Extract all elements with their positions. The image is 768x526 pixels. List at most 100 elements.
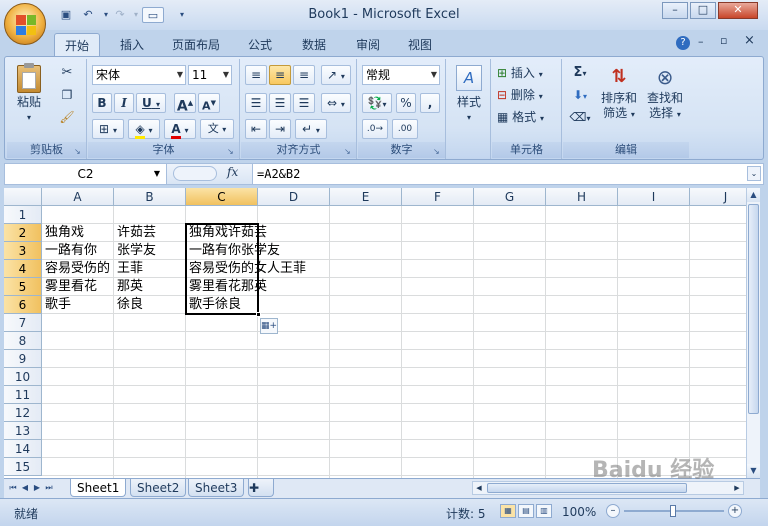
fill-icon[interactable]: ⬇▾: [565, 85, 595, 105]
shrink-font-button[interactable]: A▼: [198, 93, 220, 113]
decrease-indent-icon[interactable]: ⇤: [245, 119, 267, 139]
scroll-thumb[interactable]: [748, 204, 759, 414]
cell-a5[interactable]: 雾里看花: [42, 278, 114, 296]
page-layout-view-icon[interactable]: ▤: [518, 504, 534, 518]
underline-button[interactable]: U ▾: [136, 93, 166, 113]
zoom-in-button[interactable]: +: [728, 504, 742, 518]
tab-review[interactable]: 审阅: [346, 33, 390, 56]
cell-a3[interactable]: 一路有你: [42, 242, 114, 260]
row-header-9[interactable]: 9: [4, 350, 42, 368]
format-cells-button[interactable]: ▦ 格式 ▾: [496, 107, 560, 127]
wrap-text-icon[interactable]: ↵ ▾: [295, 119, 327, 139]
row-header-15[interactable]: 15: [4, 458, 42, 476]
first-sheet-icon[interactable]: ⏮: [8, 482, 18, 494]
row-header-2[interactable]: 2: [4, 224, 42, 242]
insert-cells-button[interactable]: ⊞ 插入 ▾: [496, 63, 560, 83]
formula-splitter[interactable]: [173, 166, 217, 181]
row-header-7[interactable]: 7: [4, 314, 42, 332]
cell-a2[interactable]: 独角戏: [42, 224, 114, 242]
currency-icon[interactable]: 💱▾: [362, 93, 392, 113]
col-header-d[interactable]: D: [258, 188, 330, 206]
insert-function-icon[interactable]: fx: [227, 165, 238, 179]
scroll-down-icon[interactable]: ▼: [747, 464, 760, 478]
decrease-decimal-icon[interactable]: .00: [392, 119, 418, 139]
office-button[interactable]: [4, 3, 46, 45]
next-sheet-icon[interactable]: ▶: [32, 482, 42, 494]
font-size-combo[interactable]: 11 ▼: [188, 65, 232, 85]
name-box[interactable]: C2 ▼: [5, 164, 167, 184]
font-color-button[interactable]: A ▾: [164, 119, 196, 139]
number-format-combo[interactable]: 常规 ▼: [362, 65, 440, 85]
cell-b4[interactable]: 王菲: [114, 260, 186, 278]
row-header-6[interactable]: 6: [4, 296, 42, 314]
col-header-h[interactable]: H: [546, 188, 618, 206]
cut-icon[interactable]: ✂: [57, 63, 77, 83]
doc-close-button[interactable]: ×: [744, 33, 755, 48]
alignment-launcher-icon[interactable]: ↘: [344, 147, 353, 156]
tab-data[interactable]: 数据: [292, 33, 336, 56]
merge-center-icon[interactable]: ⇔ ▾: [321, 93, 351, 113]
row-header-13[interactable]: 13: [4, 422, 42, 440]
phonetic-button[interactable]: 文 ▾: [200, 119, 234, 139]
scroll-right-icon[interactable]: ▶: [731, 482, 743, 494]
borders-button[interactable]: ⊞ ▾: [92, 119, 124, 139]
clear-icon[interactable]: ⌫▾: [565, 107, 595, 127]
align-center-icon[interactable]: ☰: [269, 93, 291, 113]
formula-input[interactable]: =A2&B2: [257, 164, 300, 184]
scroll-left-icon[interactable]: ◀: [473, 482, 485, 494]
select-all-corner[interactable]: [4, 188, 42, 206]
number-launcher-icon[interactable]: ↘: [433, 147, 442, 156]
normal-view-icon[interactable]: ▦: [500, 504, 516, 518]
restore-button[interactable]: □: [690, 2, 716, 19]
col-header-g[interactable]: G: [474, 188, 546, 206]
cell-a6[interactable]: 歌手: [42, 296, 114, 314]
help-icon[interactable]: ?: [676, 36, 690, 50]
col-header-c[interactable]: C: [186, 188, 258, 206]
expand-formula-bar-icon[interactable]: ⌄: [747, 166, 761, 181]
align-left-icon[interactable]: ☰: [245, 93, 267, 113]
row-header-4[interactable]: 4: [4, 260, 42, 278]
cell-a4[interactable]: 容易受伤的: [42, 260, 114, 278]
auto-fill-options-icon[interactable]: ▦+: [260, 318, 278, 334]
cell-b5[interactable]: 那英: [114, 278, 186, 296]
row-header-3[interactable]: 3: [4, 242, 42, 260]
comma-button[interactable]: ,: [420, 93, 440, 113]
doc-restore-button[interactable]: ▫: [720, 34, 727, 47]
col-header-b[interactable]: B: [114, 188, 186, 206]
font-name-combo[interactable]: 宋体 ▼: [92, 65, 186, 85]
minimize-button[interactable]: –: [662, 2, 688, 19]
italic-button[interactable]: I: [114, 93, 134, 113]
row-header-5[interactable]: 5: [4, 278, 42, 296]
row-header-14[interactable]: 14: [4, 440, 42, 458]
page-break-view-icon[interactable]: ▥: [536, 504, 552, 518]
increase-indent-icon[interactable]: ⇥: [269, 119, 291, 139]
autosum-button[interactable]: Σ▾: [565, 63, 595, 83]
fill-handle[interactable]: [256, 312, 261, 317]
row-header-10[interactable]: 10: [4, 368, 42, 386]
paste-button[interactable]: 粘贴 ▾: [11, 63, 47, 123]
grow-font-button[interactable]: A▲: [174, 93, 196, 115]
row-header-11[interactable]: 11: [4, 386, 42, 404]
row-header-1[interactable]: 1: [4, 206, 42, 224]
zoom-slider[interactable]: [624, 505, 724, 517]
vertical-scrollbar[interactable]: ▲ ▼: [746, 188, 760, 478]
cell-b3[interactable]: 张学友: [114, 242, 186, 260]
tab-home[interactable]: 开始: [54, 33, 101, 56]
col-header-e[interactable]: E: [330, 188, 402, 206]
worksheet-grid[interactable]: A B C D E F G H I J 1 2 3 4 5 6 7 8 9 10…: [4, 188, 746, 478]
sort-filter-button[interactable]: ⇅ 排序和 筛选 ▾: [597, 63, 641, 137]
orientation-icon[interactable]: ↗ ▾: [321, 65, 351, 85]
align-middle-icon[interactable]: ≡: [269, 65, 291, 85]
zoom-out-button[interactable]: –: [606, 504, 620, 518]
sheet-tab-3[interactable]: Sheet3: [188, 479, 245, 497]
row-header-8[interactable]: 8: [4, 332, 42, 350]
align-right-icon[interactable]: ☰: [293, 93, 315, 113]
font-launcher-icon[interactable]: ↘: [227, 147, 236, 156]
align-bottom-icon[interactable]: ≡: [293, 65, 315, 85]
col-header-a[interactable]: A: [42, 188, 114, 206]
tab-insert[interactable]: 插入: [110, 33, 154, 56]
tab-page-layout[interactable]: 页面布局: [162, 33, 230, 56]
prev-sheet-icon[interactable]: ◀: [20, 482, 30, 494]
zoom-slider-thumb[interactable]: [670, 505, 676, 517]
sheet-tab-2[interactable]: Sheet2: [130, 479, 187, 497]
